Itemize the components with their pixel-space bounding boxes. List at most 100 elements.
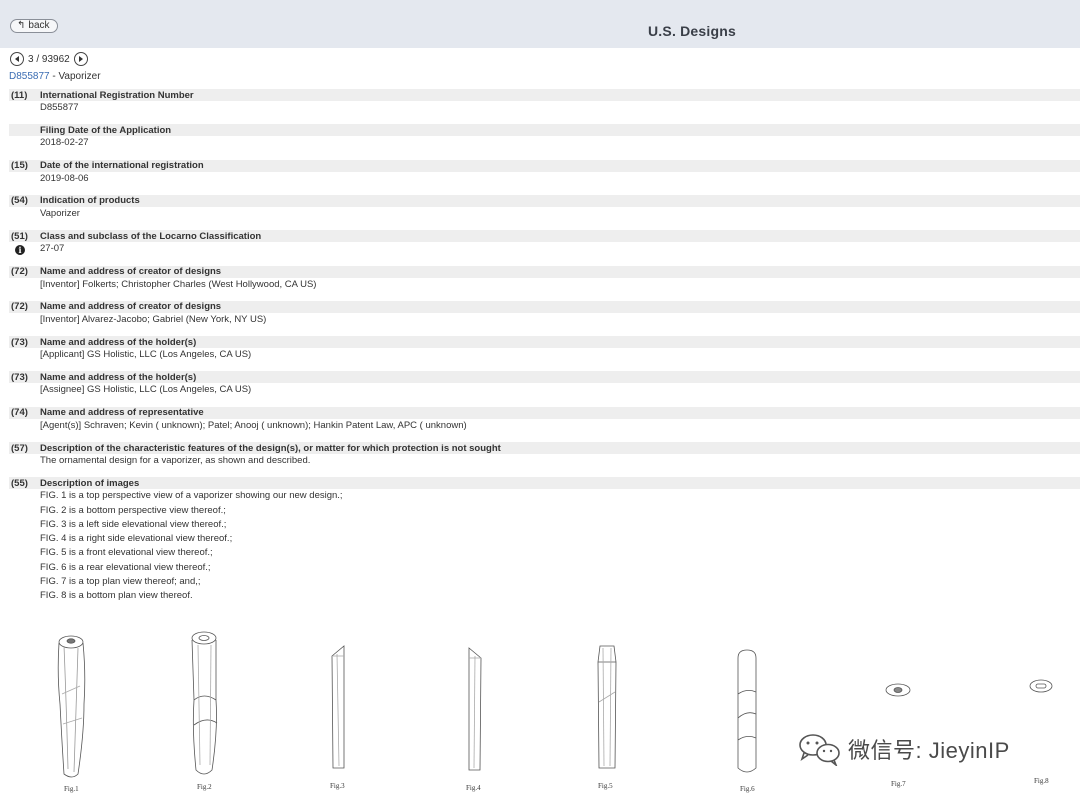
document-heading: D855877 - Vaporizer xyxy=(9,71,101,82)
back-button-label: back xyxy=(28,20,50,31)
field-values: Vaporizer xyxy=(9,207,1080,221)
page-title: U.S. Designs xyxy=(648,23,736,39)
field-value: [Assignee] GS Holistic, LLC (Los Angeles… xyxy=(40,384,252,396)
field-value: FIG. 7 is a top plan view thereof; and,; xyxy=(40,576,201,588)
field-code: (73) xyxy=(11,371,28,383)
watermark-text: 微信号: JieyinIP xyxy=(848,738,1010,763)
field-2: (15) Date of the international registrati… xyxy=(9,159,1080,186)
field-code: (72) xyxy=(11,266,28,277)
field-value: FIG. 1 is a top perspective view of a va… xyxy=(40,490,343,502)
figure-5-caption: Fig.5 xyxy=(598,782,613,790)
field-values: 2019-08-06 xyxy=(9,172,1080,186)
field-label: International Registration Number xyxy=(40,89,194,101)
field-label: Name and address of the holder(s) xyxy=(40,371,197,383)
field-9: (74) Name and address of representative [A… xyxy=(9,406,1080,433)
figure-3-caption: Fig.3 xyxy=(330,782,345,790)
field-value: FIG. 3 is a left side elevational view t… xyxy=(40,518,227,530)
field-7: (73) Name and address of the holder(s) [Ap… xyxy=(9,336,1080,362)
field-header: (74) Name and address of representative xyxy=(9,406,1080,419)
field-label: Description of the characteristic featur… xyxy=(40,442,501,454)
field-code: (74) xyxy=(11,407,28,419)
field-label: Name and address of creator of designs xyxy=(40,266,222,277)
field-header: (72) Name and address of creator of desig… xyxy=(9,265,1080,278)
field-5: (72) Name and address of creator of desig… xyxy=(9,265,1080,292)
figure-3-drawing xyxy=(331,645,345,769)
field-values: 27-07 xyxy=(9,242,1080,256)
field-header: Filing Date of the Application xyxy=(9,124,1080,137)
field-values: [Applicant] GS Holistic, LLC (Los Angele… xyxy=(9,348,1080,362)
wechat-icon xyxy=(799,734,840,766)
field-code: (55) xyxy=(11,477,28,489)
figure-strip: Fig.1 Fig.2 Fig.3 Fig.4 Fig.5 Fig.6 Fig.… xyxy=(0,620,1080,800)
field-value: [Applicant] GS Holistic, LLC (Los Angele… xyxy=(40,349,252,361)
field-values: FIG. 1 is a top perspective view of a va… xyxy=(9,489,1080,603)
field-value: FIG. 8 is a bottom plan view thereof. xyxy=(40,590,193,602)
document-title: - Vaporizer xyxy=(49,71,101,82)
field-header: (55) Description of images xyxy=(9,477,1080,490)
field-label: Indication of products xyxy=(40,195,140,207)
field-header: (54) Indication of products xyxy=(9,194,1080,207)
field-code: (72) xyxy=(11,301,28,313)
field-code: (57) xyxy=(11,442,28,454)
field-label: Name and address of the holder(s) xyxy=(40,336,197,348)
field-value: 2019-08-06 xyxy=(40,172,89,184)
chevron-right-icon xyxy=(79,56,84,62)
field-values: [Inventor] Folkerts; Christopher Charles… xyxy=(9,278,1080,292)
figure-6-drawing xyxy=(737,649,757,773)
figure-8-drawing xyxy=(1029,679,1053,693)
field-values: D855877 xyxy=(9,101,1080,115)
figure-7-drawing xyxy=(885,683,911,697)
field-value: FIG. 4 is a right side elevational view … xyxy=(40,533,233,545)
figure-7-caption: Fig.7 xyxy=(891,780,906,788)
field-code: (73) xyxy=(11,336,28,348)
field-label: Description of images xyxy=(40,477,140,489)
field-code: (51) xyxy=(11,230,28,242)
field-header: (72) Name and address of creator of desig… xyxy=(9,300,1080,313)
field-value: FIG. 6 is a rear elevational view thereo… xyxy=(40,561,211,573)
figure-1-drawing xyxy=(57,635,86,778)
figure-2-caption: Fig.2 xyxy=(197,783,212,791)
field-values: [Agent(s)] Schraven; Kevin ( unknown); P… xyxy=(9,419,1080,433)
field-6: (72) Name and address of creator of desig… xyxy=(9,300,1080,327)
figure-4-caption: Fig.4 xyxy=(466,784,481,792)
field-label: Filing Date of the Application xyxy=(40,124,172,136)
next-record-button[interactable] xyxy=(73,52,88,66)
chevron-left-icon xyxy=(14,56,19,62)
field-header: (73) Name and address of the holder(s) xyxy=(9,371,1080,384)
figure-5-drawing xyxy=(597,645,617,769)
field-values: [Assignee] GS Holistic, LLC (Los Angeles… xyxy=(9,383,1080,397)
figure-6-caption: Fig.6 xyxy=(740,785,755,793)
field-value: 2018-02-27 xyxy=(40,137,89,149)
field-header: (11) International Registration Number xyxy=(9,89,1080,101)
field-value: D855877 xyxy=(40,102,79,113)
field-0: (11) International Registration Number D85… xyxy=(9,89,1080,115)
field-value: FIG. 2 is a bottom perspective view ther… xyxy=(40,504,226,516)
back-button[interactable]: ↰ back xyxy=(10,19,58,33)
field-values: [Inventor] Alvarez-Jacobo; Gabriel (New … xyxy=(9,313,1080,327)
watermark: 微信号: JieyinIP xyxy=(796,732,1010,766)
figure-8-caption: Fig.8 xyxy=(1034,777,1049,785)
field-code: (54) xyxy=(11,195,28,207)
field-value: [Inventor] Alvarez-Jacobo; Gabriel (New … xyxy=(40,313,267,325)
field-11: (55) Description of images FIG. 1 is a top… xyxy=(9,477,1080,603)
back-arrow-icon: ↰ xyxy=(17,20,26,31)
figure-2-drawing xyxy=(191,631,218,775)
field-1: Filing Date of the Application 2018-02-27 xyxy=(9,124,1080,150)
document-number-link[interactable]: D855877 xyxy=(9,71,50,82)
prev-record-button[interactable] xyxy=(10,52,24,66)
field-10: (57) Description of the characteristic fe… xyxy=(9,442,1080,468)
field-header: (51) Class and subclass of the Locarno Cl… xyxy=(9,230,1080,243)
field-header: (57) Description of the characteristic fe… xyxy=(9,442,1080,454)
field-code: (11) xyxy=(11,89,28,101)
field-value: [Inventor] Folkerts; Christopher Charles… xyxy=(40,278,317,290)
field-3: (54) Indication of products Vaporizer xyxy=(9,194,1080,221)
pager-position: 3 / 93962 xyxy=(28,53,70,65)
figure-4-drawing xyxy=(468,647,482,771)
header-bar: ↰ back U.S. Designs xyxy=(0,0,1080,48)
field-label: Date of the international registration xyxy=(40,160,204,172)
field-label: Name and address of creator of designs xyxy=(40,301,222,313)
field-label: Class and subclass of the Locarno Classi… xyxy=(40,230,262,242)
field-8: (73) Name and address of the holder(s) [As… xyxy=(9,371,1080,397)
field-header: (15) Date of the international registrati… xyxy=(9,159,1080,172)
field-values: The ornamental design for a vaporizer, a… xyxy=(9,454,1080,468)
